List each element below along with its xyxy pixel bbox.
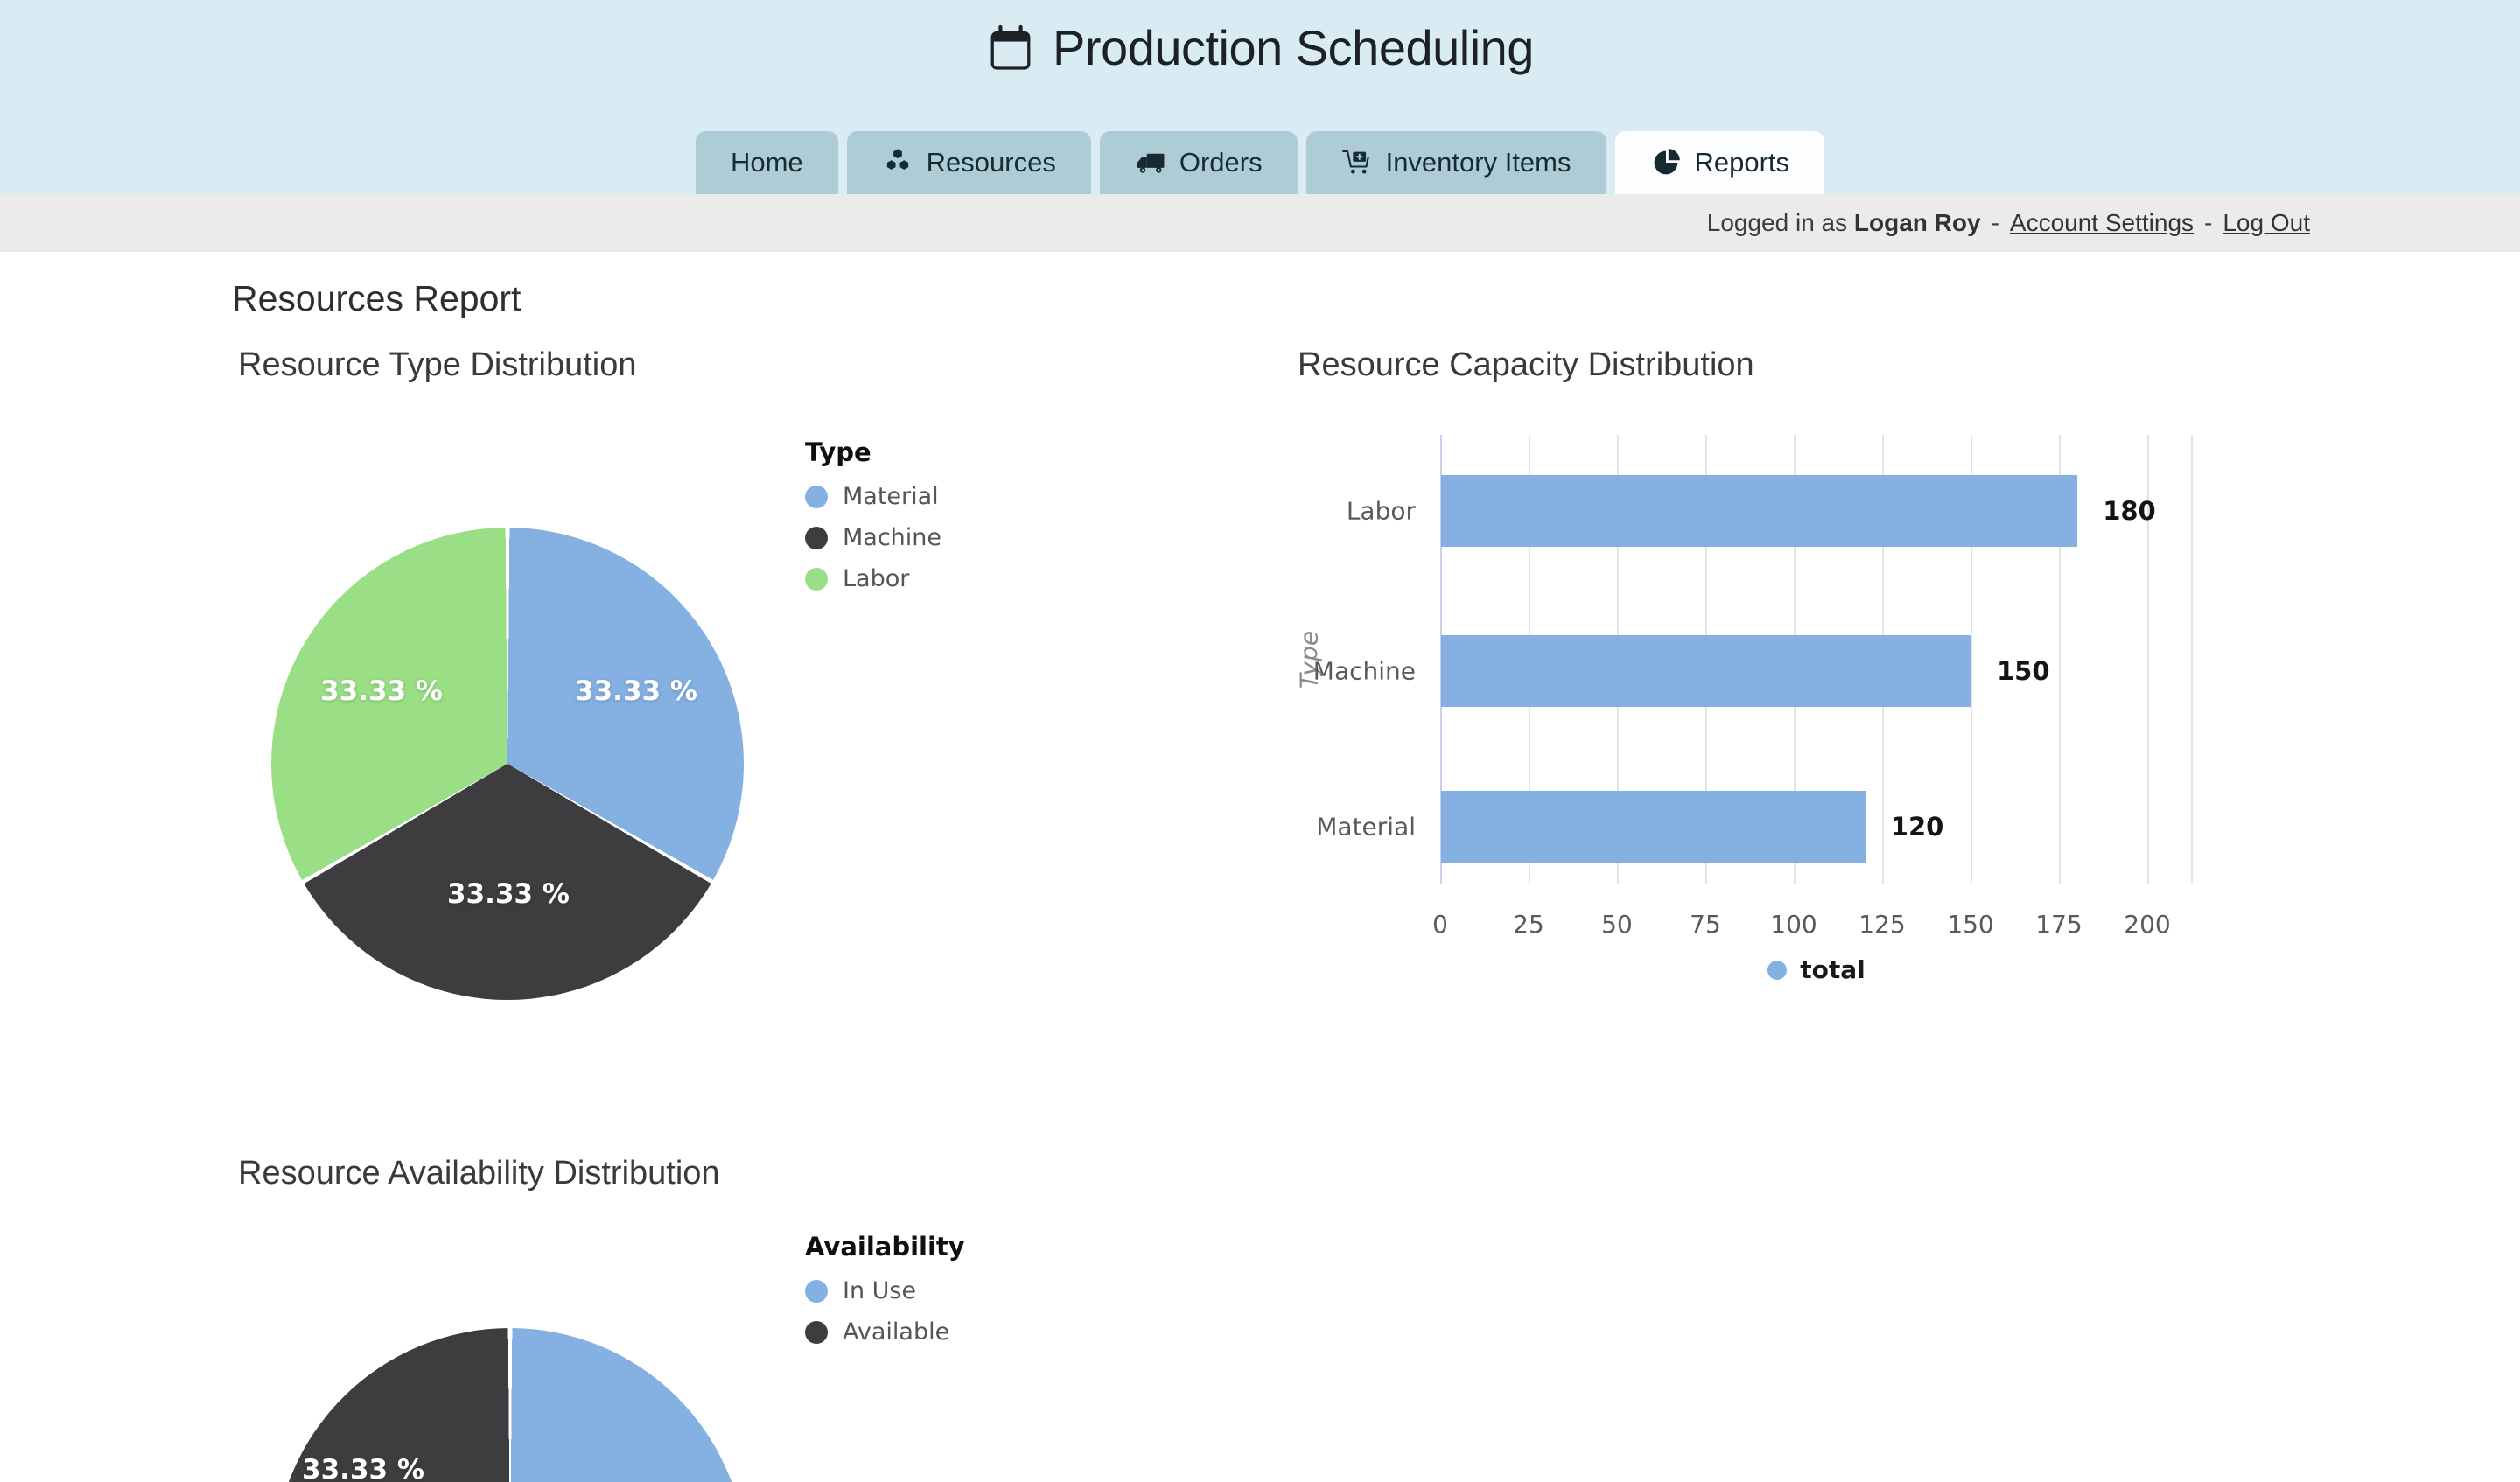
legend-title: Type bbox=[805, 437, 942, 467]
legend-swatch bbox=[805, 1321, 828, 1344]
tab-reports-label: Reports bbox=[1695, 147, 1790, 178]
pie-chart-icon bbox=[1650, 147, 1682, 178]
legend-swatch bbox=[805, 568, 828, 591]
category-label: Machine bbox=[1153, 657, 1416, 686]
calendar-icon bbox=[986, 24, 1035, 73]
bar-material[interactable] bbox=[1441, 791, 1866, 863]
bar-value-label: 180 bbox=[2103, 496, 2156, 526]
chart-title-resource-type: Resource Type Distribution bbox=[238, 346, 637, 384]
tab-home[interactable]: Home bbox=[696, 131, 838, 194]
legend-item-label: Material bbox=[843, 483, 939, 510]
truck-icon bbox=[1135, 147, 1166, 178]
tab-orders-label: Orders bbox=[1180, 147, 1263, 178]
legend-item-label: Machine bbox=[843, 524, 942, 551]
x-tick-label: 125 bbox=[1858, 910, 1905, 939]
x-tick-label: 100 bbox=[1770, 910, 1816, 939]
legend-item-label: In Use bbox=[843, 1277, 916, 1304]
tab-resources[interactable]: Resources bbox=[847, 131, 1091, 194]
bar-legend[interactable]: total bbox=[1440, 955, 2193, 984]
cart-plus-icon bbox=[1341, 147, 1373, 178]
pie-chart-resource-type[interactable] bbox=[271, 528, 744, 1000]
bar-machine[interactable] bbox=[1441, 635, 1971, 707]
legend-item[interactable]: Material bbox=[805, 483, 942, 510]
legend-resource-availability: Availability In Use Available bbox=[805, 1232, 965, 1360]
bar-value-label: 120 bbox=[1891, 812, 1944, 842]
pie-slice-label: 33.33 % bbox=[575, 675, 697, 707]
x-tick-label: 175 bbox=[2035, 910, 2082, 939]
legend-item[interactable]: Available bbox=[805, 1318, 965, 1346]
user-bar: Logged in as Logan Roy - Account Setting… bbox=[0, 194, 2520, 252]
username: Logan Roy bbox=[1854, 209, 1981, 237]
legend-swatch bbox=[805, 1280, 828, 1303]
x-tick-label: 50 bbox=[1601, 910, 1633, 939]
tab-inventory-items[interactable]: Inventory Items bbox=[1306, 131, 1606, 194]
legend-item-label: Available bbox=[843, 1318, 949, 1346]
pie-slice-label: 33.33 % bbox=[302, 1454, 424, 1482]
legend-item[interactable]: Labor bbox=[805, 565, 942, 592]
x-tick-label: 150 bbox=[1947, 910, 1993, 939]
legend-item-label: Labor bbox=[843, 565, 909, 592]
tab-home-label: Home bbox=[731, 147, 803, 178]
gridline bbox=[2191, 435, 2193, 884]
app-title: Production Scheduling bbox=[1053, 19, 1534, 76]
legend-swatch bbox=[1768, 961, 1787, 980]
tab-reports[interactable]: Reports bbox=[1615, 131, 1825, 194]
x-tick-label: 25 bbox=[1513, 910, 1544, 939]
account-settings-link[interactable]: Account Settings bbox=[2010, 209, 2194, 237]
tab-resources-label: Resources bbox=[927, 147, 1056, 178]
legend-resource-type: Type Material Machine Labor bbox=[805, 437, 942, 606]
category-label: Material bbox=[1153, 813, 1416, 842]
nav-tabs: Home Resources bbox=[0, 131, 2520, 194]
page: Production Scheduling Home Resources bbox=[0, 0, 2520, 1482]
log-out-link[interactable]: Log Out bbox=[2222, 209, 2310, 237]
tab-inventory-items-label: Inventory Items bbox=[1386, 147, 1572, 178]
legend-swatch bbox=[805, 527, 828, 549]
separator: - bbox=[1992, 209, 1999, 237]
x-tick-label: 75 bbox=[1690, 910, 1721, 939]
pie-slice-label: 33.33 % bbox=[447, 878, 570, 910]
x-tick-label: 0 bbox=[1432, 910, 1448, 939]
separator: - bbox=[2204, 209, 2212, 237]
bar-value-label: 150 bbox=[1997, 656, 2050, 686]
app-header: Production Scheduling Home Resources bbox=[0, 0, 2520, 194]
bar-chart-resource-capacity: Type total 0255075100125150175200180Labo… bbox=[1440, 435, 2193, 884]
tab-orders[interactable]: Orders bbox=[1100, 131, 1298, 194]
chart-title-resource-capacity: Resource Capacity Distribution bbox=[1298, 346, 1754, 384]
bar-labor[interactable] bbox=[1441, 475, 2077, 547]
boxes-icon bbox=[882, 147, 914, 178]
logged-in-prefix: Logged in as bbox=[1707, 209, 1847, 237]
app-title-row: Production Scheduling bbox=[0, 19, 2520, 76]
category-label: Labor bbox=[1153, 497, 1416, 526]
legend-item[interactable]: Machine bbox=[805, 524, 942, 551]
chart-title-resource-availability: Resource Availability Distribution bbox=[238, 1155, 720, 1192]
pie-slice-label: 33.33 % bbox=[320, 675, 443, 707]
legend-swatch bbox=[805, 486, 828, 508]
legend-item[interactable]: In Use bbox=[805, 1277, 965, 1304]
legend-series-label: total bbox=[1800, 955, 1866, 984]
x-tick-label: 200 bbox=[2124, 910, 2170, 939]
legend-title: Availability bbox=[805, 1232, 965, 1262]
page-title: Resources Report bbox=[232, 278, 521, 319]
